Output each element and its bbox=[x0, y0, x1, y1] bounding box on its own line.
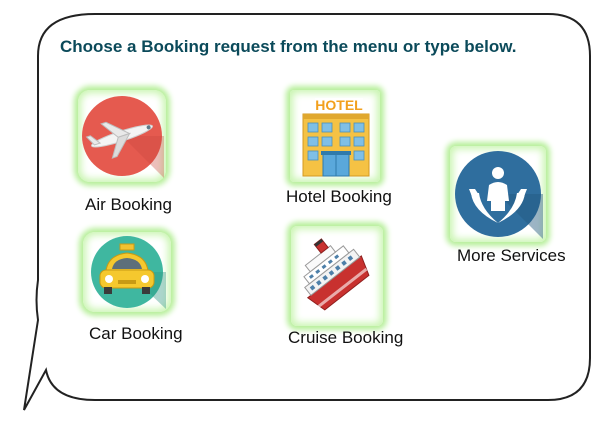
cruise-booking-button[interactable]: Cruise Booking bbox=[285, 226, 420, 351]
car-booking-button[interactable]: Car Booking bbox=[75, 232, 205, 352]
hotel-icon: HOTEL bbox=[302, 97, 370, 177]
hotel-sign-text: HOTEL bbox=[315, 97, 363, 113]
booking-prompt: Choose a Booking request from the menu o… bbox=[60, 37, 517, 56]
air-booking-label: Air Booking bbox=[85, 195, 172, 214]
car-booking-label: Car Booking bbox=[89, 324, 183, 343]
cruise-ship-icon bbox=[303, 238, 370, 311]
hotel-booking-label: Hotel Booking bbox=[286, 187, 392, 206]
taxi-icon bbox=[91, 236, 166, 309]
air-booking-button[interactable]: Air Booking bbox=[70, 90, 200, 220]
care-hands-icon bbox=[455, 151, 543, 239]
more-services-label: More Services bbox=[457, 246, 566, 265]
cruise-booking-label: Cruise Booking bbox=[288, 328, 404, 347]
airplane-icon bbox=[82, 96, 164, 178]
more-services-button[interactable]: More Services bbox=[445, 146, 590, 271]
hotel-booking-button[interactable]: HOTEL Hotel Booking bbox=[282, 90, 412, 210]
